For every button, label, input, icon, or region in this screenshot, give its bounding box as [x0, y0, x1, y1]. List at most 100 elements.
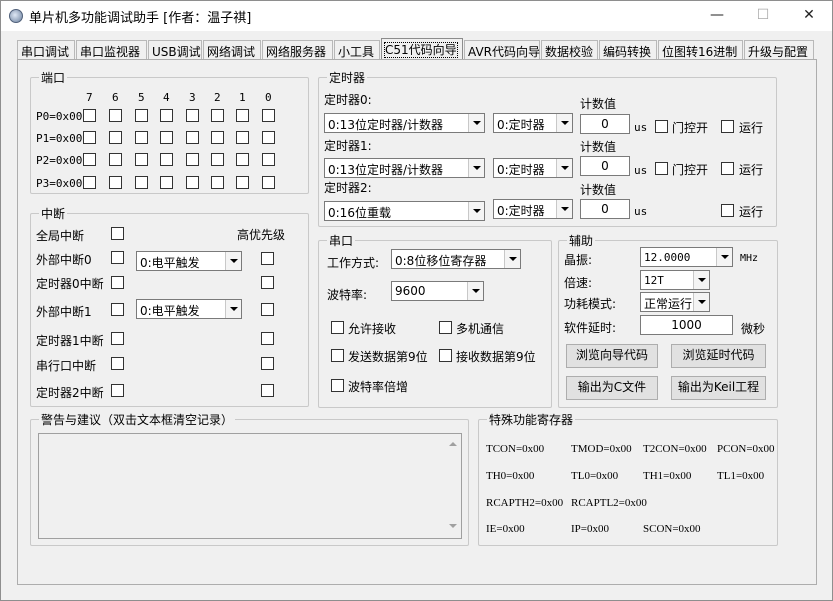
export-keil-button[interactable]: 输出为Keil工程	[671, 376, 766, 400]
port-bit-checkbox[interactable]	[160, 131, 173, 144]
browse-wizard-button[interactable]: 浏览向导代码	[566, 344, 658, 368]
timer2-int-checkbox[interactable]	[111, 384, 124, 397]
tab-bitmap-hex[interactable]: 位图转16进制	[658, 40, 743, 60]
port-bit-checkbox[interactable]	[262, 131, 275, 144]
timer0-count-label: 计数值	[580, 97, 617, 111]
port-bit-checkbox[interactable]	[211, 176, 224, 189]
ext1-priority-checkbox[interactable]	[261, 303, 274, 316]
port-bit-checkbox[interactable]	[262, 109, 275, 122]
speed-select[interactable]: 12T	[640, 270, 710, 290]
close-button[interactable]: ✕	[786, 1, 832, 31]
timer1-int-checkbox[interactable]	[111, 332, 124, 345]
port-bit-checkbox[interactable]	[262, 176, 275, 189]
port-bit-checkbox[interactable]	[109, 109, 122, 122]
port-bit-checkbox[interactable]	[135, 131, 148, 144]
tab-data-check[interactable]: 数据校验	[541, 40, 598, 60]
port-bit-checkbox[interactable]	[236, 176, 249, 189]
timer1-priority-checkbox[interactable]	[261, 332, 274, 345]
port-bit-checkbox[interactable]	[135, 109, 148, 122]
timer2-mode-select[interactable]: 0:16位重载	[324, 201, 485, 221]
app-icon	[9, 9, 23, 23]
power-label: 功耗模式:	[564, 297, 617, 311]
chevron-down-icon	[504, 250, 520, 268]
baud-select[interactable]: 9600	[391, 281, 484, 301]
timer2-count-input[interactable]: 0	[580, 199, 630, 219]
ext0-priority-checkbox[interactable]	[261, 252, 274, 265]
ext0-mode-select[interactable]: 0:电平触发	[136, 251, 242, 271]
timer0-run-checkbox[interactable]	[721, 120, 734, 133]
serial-int-checkbox[interactable]	[111, 357, 124, 370]
timer1-func-select[interactable]: 0:定时器	[493, 158, 573, 178]
timer2-func-select[interactable]: 0:定时器	[493, 199, 573, 219]
port-bit-checkbox[interactable]	[262, 153, 275, 166]
port-bit-checkbox[interactable]	[211, 153, 224, 166]
port-bit-checkbox[interactable]	[236, 153, 249, 166]
serial-mode-select[interactable]: 0:8位移位寄存器	[391, 249, 521, 269]
crystal-select[interactable]: 12.0000	[640, 247, 733, 267]
send-bit9-checkbox[interactable]	[331, 349, 344, 362]
tab-network-server[interactable]: 网络服务器	[262, 40, 333, 60]
timer0-gate-checkbox[interactable]	[655, 120, 668, 133]
timer0-mode-select[interactable]: 0:13位定时器/计数器	[324, 113, 485, 133]
tab-label: USB调试	[152, 45, 201, 59]
scroll-down-icon[interactable]	[449, 524, 457, 528]
timer0-priority-checkbox[interactable]	[261, 276, 274, 289]
port-bit-checkbox[interactable]	[83, 109, 96, 122]
port-bit-checkbox[interactable]	[186, 176, 199, 189]
tab-serial-monitor[interactable]: 串口监视器	[76, 40, 147, 60]
timer1-mode-select[interactable]: 0:13位定时器/计数器	[324, 158, 485, 178]
port-bit-checkbox[interactable]	[109, 176, 122, 189]
baud-double-checkbox[interactable]	[331, 379, 344, 392]
tab-network-debug[interactable]: 网络调试	[203, 40, 261, 60]
maximize-button[interactable]: ☐	[740, 1, 786, 31]
port-bit-checkbox[interactable]	[83, 176, 96, 189]
recv-bit9-checkbox[interactable]	[439, 349, 452, 362]
port-bit-checkbox[interactable]	[83, 153, 96, 166]
browse-delay-button[interactable]: 浏览延时代码	[671, 344, 766, 368]
port-bit-checkbox[interactable]	[186, 153, 199, 166]
delay-input[interactable]: 1000	[640, 315, 733, 335]
multi-comm-checkbox[interactable]	[439, 321, 452, 334]
tab-tools[interactable]: 小工具	[334, 40, 380, 60]
timer0-count-input[interactable]: 0	[580, 114, 630, 134]
tab-avr-wizard[interactable]: AVR代码向导	[464, 40, 540, 60]
port-bit-checkbox[interactable]	[211, 131, 224, 144]
tab-usb-debug[interactable]: USB调试	[148, 40, 202, 60]
timer1-run-checkbox[interactable]	[721, 162, 734, 175]
port-bit-checkbox[interactable]	[186, 109, 199, 122]
port-bit-checkbox[interactable]	[160, 153, 173, 166]
global-int-checkbox[interactable]	[111, 227, 124, 240]
tab-serial-debug[interactable]: 串口调试	[17, 40, 75, 60]
port-bit-checkbox[interactable]	[236, 131, 249, 144]
timer2-run-checkbox[interactable]	[721, 204, 734, 217]
tab-c51-wizard[interactable]: C51代码向导	[381, 38, 463, 60]
ext1-enable-checkbox[interactable]	[111, 303, 124, 316]
timer0-int-checkbox[interactable]	[111, 276, 124, 289]
timer0-func-select[interactable]: 0:定时器	[493, 113, 573, 133]
warnings-textarea[interactable]	[38, 433, 462, 539]
warnings-scrollbar[interactable]	[446, 434, 461, 538]
port-bit-checkbox[interactable]	[109, 153, 122, 166]
allow-recv-checkbox[interactable]	[331, 321, 344, 334]
port-bit-checkbox[interactable]	[211, 109, 224, 122]
port-bit-checkbox[interactable]	[83, 131, 96, 144]
timer1-gate-checkbox[interactable]	[655, 162, 668, 175]
tab-encoding[interactable]: 编码转换	[599, 40, 657, 60]
scroll-up-icon[interactable]	[449, 442, 457, 446]
power-select[interactable]: 正常运行	[640, 292, 710, 312]
port-bit-checkbox[interactable]	[135, 176, 148, 189]
minimize-button[interactable]: —	[694, 1, 740, 31]
port-bit-checkbox[interactable]	[160, 176, 173, 189]
ext0-enable-checkbox[interactable]	[111, 251, 124, 264]
serial-priority-checkbox[interactable]	[261, 357, 274, 370]
port-bit-checkbox[interactable]	[186, 131, 199, 144]
timer1-count-input[interactable]: 0	[580, 156, 630, 176]
port-bit-checkbox[interactable]	[109, 131, 122, 144]
ext1-mode-select[interactable]: 0:电平触发	[136, 299, 242, 319]
tab-upgrade-config[interactable]: 升级与配置	[744, 40, 814, 60]
port-bit-checkbox[interactable]	[135, 153, 148, 166]
timer2-priority-checkbox[interactable]	[261, 384, 274, 397]
export-c-button[interactable]: 输出为C文件	[566, 376, 658, 400]
port-bit-checkbox[interactable]	[160, 109, 173, 122]
port-bit-checkbox[interactable]	[236, 109, 249, 122]
